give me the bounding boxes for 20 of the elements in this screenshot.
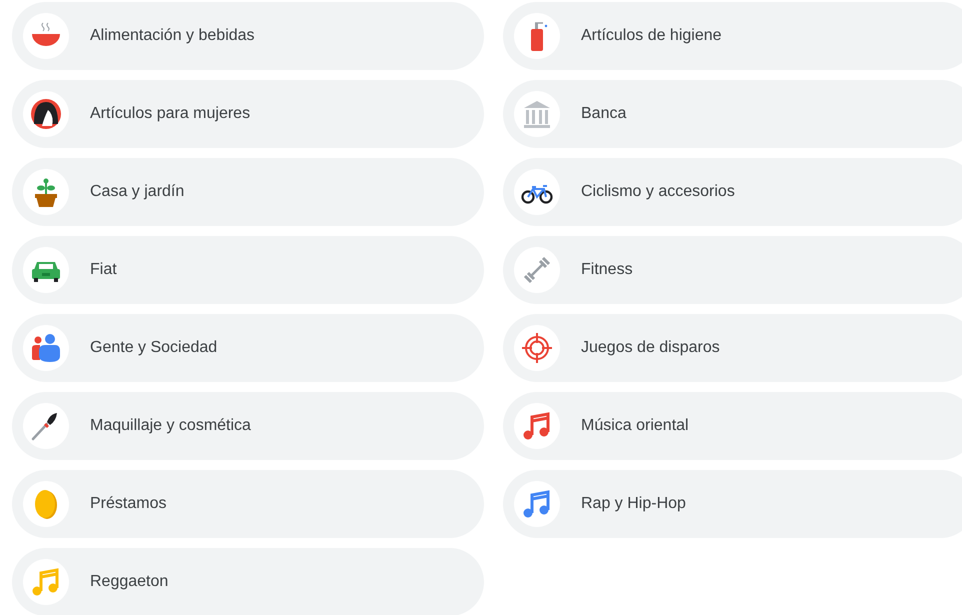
bank-icon: [521, 98, 553, 130]
category-button[interactable]: Banca: [503, 80, 962, 148]
crosshair-icon: [521, 332, 553, 364]
category-button[interactable]: Fitness: [503, 236, 962, 304]
category-button[interactable]: Juegos de disparos: [503, 314, 962, 382]
category-button[interactable]: Música oriental: [503, 392, 962, 460]
category-button[interactable]: Casa y jardín: [12, 158, 484, 226]
category-button[interactable]: Préstamos: [12, 470, 484, 538]
category-button[interactable]: Gente y Sociedad: [12, 314, 484, 382]
category-button[interactable]: Maquillaje y cosmética: [12, 392, 484, 460]
category-button[interactable]: Rap y Hip-Hop: [503, 470, 962, 538]
category-button[interactable]: Alimentación y bebidas: [12, 2, 484, 70]
category-button[interactable]: Artículos de higiene: [503, 2, 962, 70]
woman-figure-icon: [30, 98, 62, 130]
dumbbell-icon: [521, 254, 553, 286]
category-button[interactable]: Artículos para mujeres: [12, 80, 484, 148]
category-button[interactable]: Ciclismo y accesorios: [503, 158, 962, 226]
category-button[interactable]: Fiat: [12, 236, 484, 304]
category-button[interactable]: Reggaeton: [12, 548, 484, 615]
people-icon: [30, 332, 62, 364]
